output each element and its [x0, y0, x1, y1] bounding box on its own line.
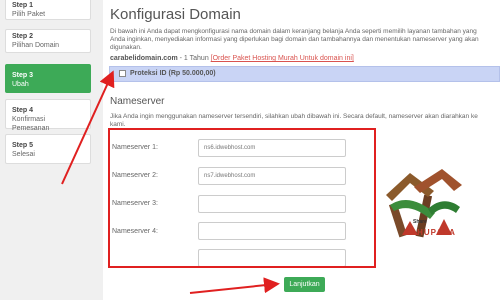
step-label: Pilih Paket [12, 11, 46, 18]
sidebar: Step 1 Pilih Paket Step 2 Pilihan Domain… [0, 0, 103, 300]
id-protection-label: Proteksi ID (Rp 50.000,00) [130, 70, 216, 77]
id-protection-checkbox[interactable] [119, 70, 126, 77]
logo-brand-text: SAHUPALA [404, 228, 456, 237]
sidebar-step-4[interactable]: Step 4 Konfirmasi Pemesanan [5, 99, 91, 132]
id-protection-row: Proteksi ID (Rp 50.000,00) [109, 66, 500, 82]
page-title: Konfigurasi Domain [110, 6, 241, 23]
step-number: Step 2 [12, 33, 34, 40]
step-label: Pilihan Domain [12, 42, 60, 49]
step-number: Step 3 [12, 72, 34, 79]
step-number: Step 4 [12, 107, 34, 114]
step-number: Step 5 [12, 142, 34, 149]
order-hosting-link[interactable]: [Order Paket Hosting Murah Untuk domain … [211, 55, 354, 62]
continue-button[interactable]: Lanjutkan [284, 277, 325, 292]
sidebar-step-1[interactable]: Step 1 Pilih Paket [5, 0, 91, 20]
domain-line: carabelidomain.com - 1 Tahun [Order Pake… [110, 55, 354, 62]
step-label: Selesai [12, 151, 35, 158]
intro-text: Di bawah ini Anda dapat mengkonfigurasi … [110, 28, 479, 51]
nameserver-description: Jika Anda ingin menggunakan nameserver t… [110, 113, 478, 128]
domain-name: carabelidomain.com [110, 55, 178, 62]
sidebar-step-3[interactable]: Step 3 Ubah [5, 64, 91, 93]
step-number: Step 1 [12, 2, 34, 9]
logo-share-text: Share [413, 219, 427, 225]
step-label: Konfirmasi Pemesanan [12, 116, 50, 132]
sidebar-step-2[interactable]: Step 2 Pilihan Domain [5, 29, 91, 53]
nameserver-section-title: Nameserver [110, 96, 165, 107]
step-label: Ubah [12, 81, 29, 88]
sidebar-step-5[interactable]: Step 5 Selesai [5, 134, 91, 164]
domain-term: - 1 Tahun [177, 55, 211, 62]
nameserver-highlight-box [108, 128, 376, 268]
